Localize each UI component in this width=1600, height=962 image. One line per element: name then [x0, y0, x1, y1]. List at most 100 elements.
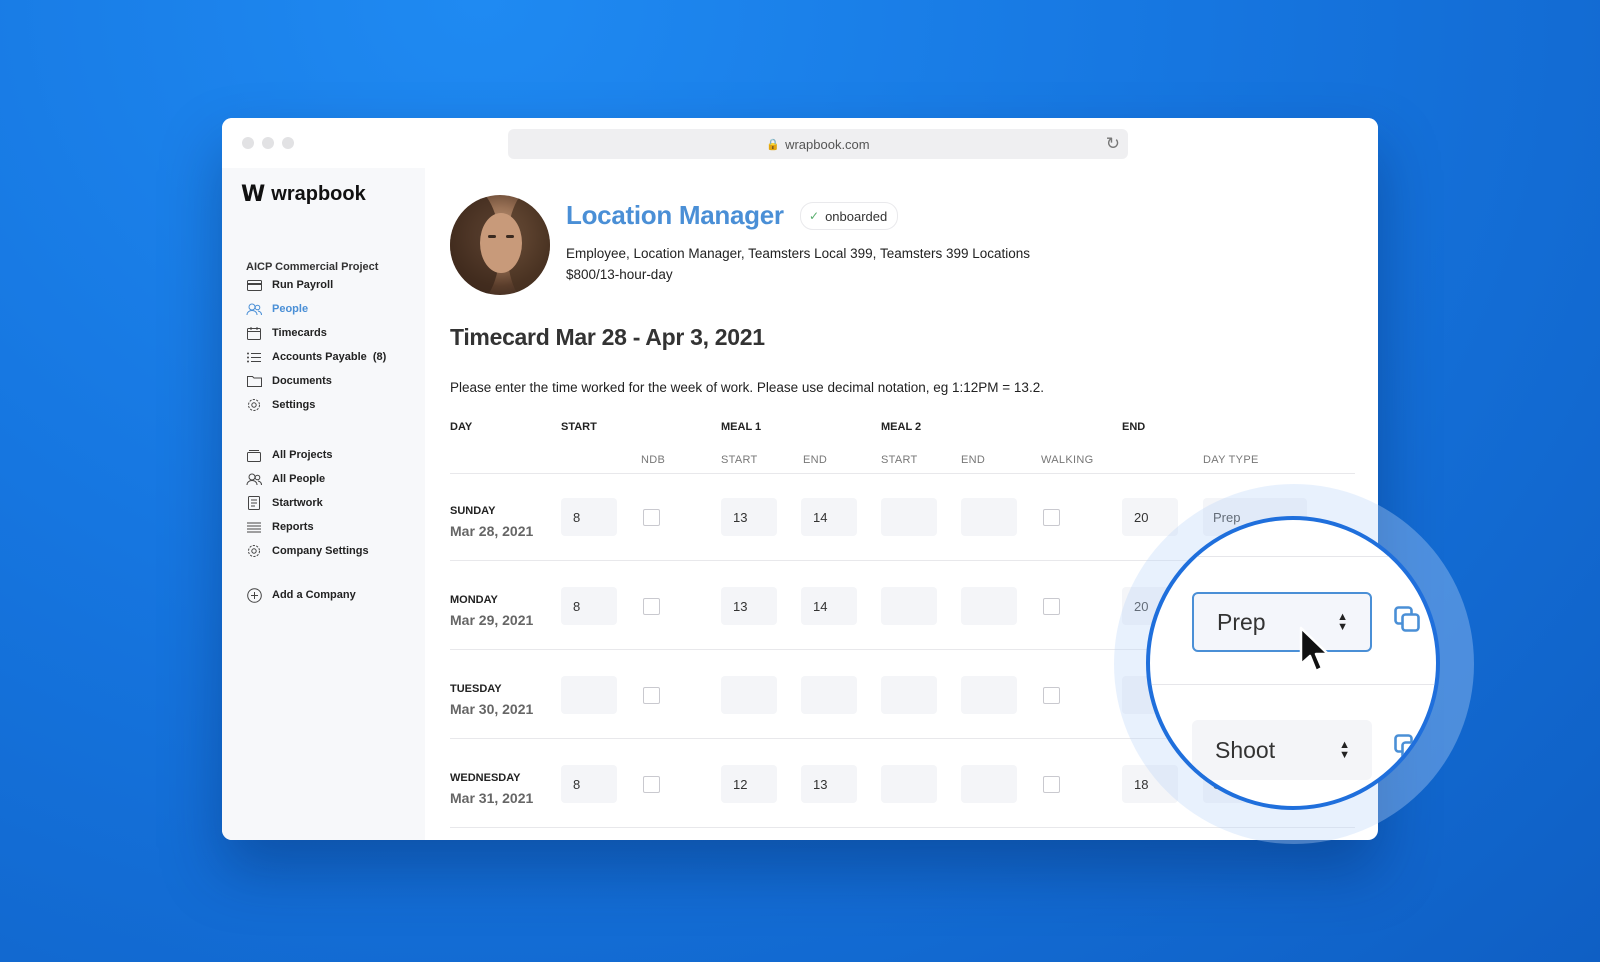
- subheader-meal1-start: START: [721, 454, 758, 466]
- col-header-end: END: [1122, 421, 1146, 433]
- maximize-window-dot[interactable]: [282, 137, 294, 149]
- timecard-title: Timecard Mar 28 - Apr 3, 2021: [450, 324, 765, 350]
- sort-arrows-icon: ▲ ▼: [1339, 739, 1350, 761]
- sidebar-item-label: Documents: [272, 375, 332, 387]
- start-time-input[interactable]: 8: [561, 587, 617, 625]
- start-time-input[interactable]: [561, 676, 617, 714]
- meal1-end-input[interactable]: 14: [801, 587, 857, 625]
- status-badge-label: onboarded: [825, 208, 888, 224]
- meal1-end-input[interactable]: 14: [801, 498, 857, 536]
- meal1-start-input[interactable]: 13: [721, 587, 777, 625]
- avatar: [450, 195, 550, 295]
- gear-icon: [246, 544, 262, 558]
- add-company-button[interactable]: Add a Company: [246, 587, 356, 603]
- meal2-start-input[interactable]: [881, 587, 937, 625]
- sidebar-item-label: All People: [272, 473, 326, 485]
- meal2-end-input[interactable]: [961, 498, 1017, 536]
- sidebar-item-label: Accounts Payable (8): [272, 351, 387, 363]
- subheader-walking: WALKING: [1041, 454, 1094, 466]
- wrapbook-logo[interactable]: W wrapbook: [241, 182, 366, 207]
- meal2-end-input[interactable]: [961, 765, 1017, 803]
- status-badge: ✓ onboarded: [800, 202, 899, 230]
- lock-icon: 🔒: [766, 138, 781, 151]
- sidebar: W wrapbook AICP Commercial Project Run P…: [222, 168, 425, 840]
- meal1-end-input[interactable]: 13: [801, 765, 857, 803]
- browser-titlebar: 🔒 wrapbook.com ↻: [222, 118, 1378, 168]
- start-time-input[interactable]: 8: [561, 765, 617, 803]
- card-icon: [246, 278, 262, 292]
- row-day-name: TUESDAY: [450, 683, 502, 695]
- sidebar-item-all-people[interactable]: All People: [246, 472, 325, 486]
- minimize-window-dot[interactable]: [262, 137, 274, 149]
- project-title: AICP Commercial Project: [246, 261, 379, 273]
- meal2-end-input[interactable]: [961, 676, 1017, 714]
- calendar-icon: [246, 326, 262, 340]
- sidebar-item-label: Company Settings: [272, 545, 369, 557]
- meal2-start-input[interactable]: [881, 765, 937, 803]
- ndb-checkbox[interactable]: [643, 776, 660, 793]
- employee-details: Employee, Location Manager, Teamsters Lo…: [566, 246, 1031, 261]
- check-icon: ✓: [809, 209, 820, 223]
- sidebar-item-timecards[interactable]: Timecards: [246, 326, 327, 340]
- meal1-end-input[interactable]: [801, 676, 857, 714]
- close-window-dot[interactable]: [242, 137, 254, 149]
- sidebar-item-label: Settings: [272, 399, 316, 411]
- sidebar-item-all-projects[interactable]: All Projects: [246, 448, 333, 462]
- lines-icon: [246, 520, 262, 534]
- sidebar-item-label: Run Payroll: [272, 279, 334, 291]
- walking-checkbox[interactable]: [1043, 509, 1060, 526]
- row-day-name: WEDNESDAY: [450, 772, 521, 784]
- sidebar-item-startwork[interactable]: Startwork: [246, 496, 323, 510]
- projects-icon: [246, 448, 262, 462]
- col-header-meal1: MEAL 1: [721, 421, 762, 433]
- day-type-select-shoot[interactable]: Shoot ▲ ▼: [1192, 720, 1372, 780]
- subheader-day-type: DAY TYPE: [1203, 454, 1259, 466]
- ndb-checkbox[interactable]: [643, 509, 660, 526]
- day-type-select-prep[interactable]: Prep ▲ ▼: [1192, 592, 1372, 652]
- ndb-checkbox[interactable]: [643, 598, 660, 615]
- meal2-end-input[interactable]: [961, 587, 1017, 625]
- address-bar[interactable]: 🔒 wrapbook.com ↻: [508, 129, 1128, 159]
- wrapbook-logo-icon: W: [241, 182, 265, 207]
- sidebar-item-company-settings[interactable]: Company Settings: [246, 544, 369, 558]
- plus-circle-icon: [246, 587, 262, 603]
- sort-arrows-icon: ▲ ▼: [1337, 611, 1348, 633]
- walking-checkbox[interactable]: [1043, 598, 1060, 615]
- day-type-select-value: Shoot: [1215, 736, 1276, 763]
- sidebar-item-documents[interactable]: Documents: [246, 374, 332, 388]
- table-header-divider: [450, 473, 1355, 474]
- url-text: wrapbook.com: [785, 136, 870, 152]
- day-type-select-value: Prep: [1217, 608, 1266, 635]
- end-time-input[interactable]: 20: [1122, 498, 1178, 536]
- sidebar-item-reports[interactable]: Reports: [246, 520, 314, 534]
- meal1-start-input[interactable]: 12: [721, 765, 777, 803]
- people-icon: [246, 302, 262, 316]
- subheader-meal2-start: START: [881, 454, 918, 466]
- page-title: Location Manager: [566, 200, 784, 230]
- magnifier: Prep ▲ ▼ Shoot ▲ ▼: [1146, 516, 1440, 810]
- ndb-checkbox[interactable]: [643, 687, 660, 704]
- meal1-start-input[interactable]: [721, 676, 777, 714]
- sidebar-item-people[interactable]: People: [246, 302, 308, 316]
- reload-icon[interactable]: ↻: [1106, 134, 1120, 154]
- people-icon: [246, 472, 262, 486]
- subheader-meal2-end: END: [961, 454, 986, 466]
- col-header-meal2: MEAL 2: [881, 421, 922, 433]
- meal1-start-input[interactable]: 13: [721, 498, 777, 536]
- sidebar-item-settings[interactable]: Settings: [246, 398, 315, 412]
- walking-checkbox[interactable]: [1043, 687, 1060, 704]
- copy-icon[interactable]: [1394, 734, 1420, 760]
- start-time-input[interactable]: 8: [561, 498, 617, 536]
- meal2-start-input[interactable]: [881, 676, 937, 714]
- magnifier-row-divider: [1150, 556, 1436, 557]
- sidebar-item-run-payroll[interactable]: Run Payroll: [246, 278, 333, 292]
- sidebar-item-accounts-payable[interactable]: Accounts Payable (8): [246, 350, 386, 364]
- walking-checkbox[interactable]: [1043, 776, 1060, 793]
- meal2-start-input[interactable]: [881, 498, 937, 536]
- timecard-instructions: Please enter the time worked for the wee…: [450, 380, 1044, 395]
- row-day-date: Mar 31, 2021: [450, 790, 534, 806]
- copy-icon[interactable]: [1394, 606, 1420, 632]
- sidebar-item-label: Reports: [272, 521, 314, 533]
- add-company-label: Add a Company: [272, 589, 356, 601]
- sidebar-item-label: Timecards: [272, 327, 327, 339]
